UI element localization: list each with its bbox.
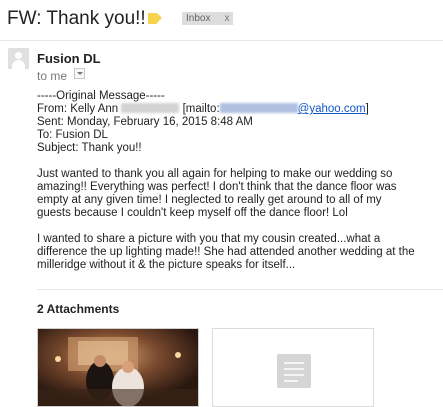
inbox-label-chip[interactable]: Inbox x <box>182 12 234 25</box>
attachments-title: 2 Attachments <box>37 302 120 316</box>
body-line: I wanted to share a picture with you tha… <box>37 233 381 245</box>
inbox-label-text: Inbox <box>186 13 211 24</box>
sent-line: Sent: Monday, February 16, 2015 8:48 AM <box>37 116 253 128</box>
email-subject: FW: Thank you!! <box>7 8 146 29</box>
body-line: milleridge without it & the picture spea… <box>37 259 296 271</box>
document-icon <box>277 354 311 388</box>
chevron-down-icon <box>77 72 83 75</box>
to-line: To: Fusion DL <box>37 129 108 141</box>
from-line: From: Kelly Ann [mailto: @yahoo.com] <box>37 103 369 116</box>
sender-name[interactable]: Fusion DL <box>37 51 101 66</box>
subject-line: Subject: Thank you!! <box>37 142 142 154</box>
mailto-close: ] <box>365 103 369 115</box>
show-details-button[interactable] <box>74 68 85 79</box>
wedding-photo-image <box>38 329 198 406</box>
from-prefix: From: Kelly Ann <box>37 103 122 115</box>
recipient-text: to me <box>37 69 68 83</box>
avatar[interactable] <box>8 48 29 69</box>
attachment-thumbnail-photo[interactable] <box>37 328 199 407</box>
original-message-header: -----Original Message----- <box>37 90 165 102</box>
body-line: Just wanted to thank you all again for h… <box>37 168 393 180</box>
redacted-email <box>219 103 298 113</box>
redacted-name <box>121 103 180 113</box>
body-line: difference the up lighting made!! She ha… <box>37 246 415 258</box>
body-line: empty at any given time! I neglected to … <box>37 194 382 206</box>
remove-label-button[interactable]: x <box>224 13 229 24</box>
mailto-prefix: [mailto: <box>182 103 220 115</box>
divider <box>37 289 443 290</box>
email-domain: @yahoo.com <box>297 103 366 115</box>
subject-bar: FW: Thank you!! Inbox x <box>0 0 443 40</box>
body-line: guests because I couldn't keep myself of… <box>37 207 348 219</box>
attachment-thumbnail-document[interactable] <box>212 328 374 407</box>
sender-email-link[interactable]: @yahoo.com <box>219 103 366 115</box>
divider <box>0 40 443 41</box>
body-line: amazing!! Everything was perfect! I don'… <box>37 181 397 193</box>
